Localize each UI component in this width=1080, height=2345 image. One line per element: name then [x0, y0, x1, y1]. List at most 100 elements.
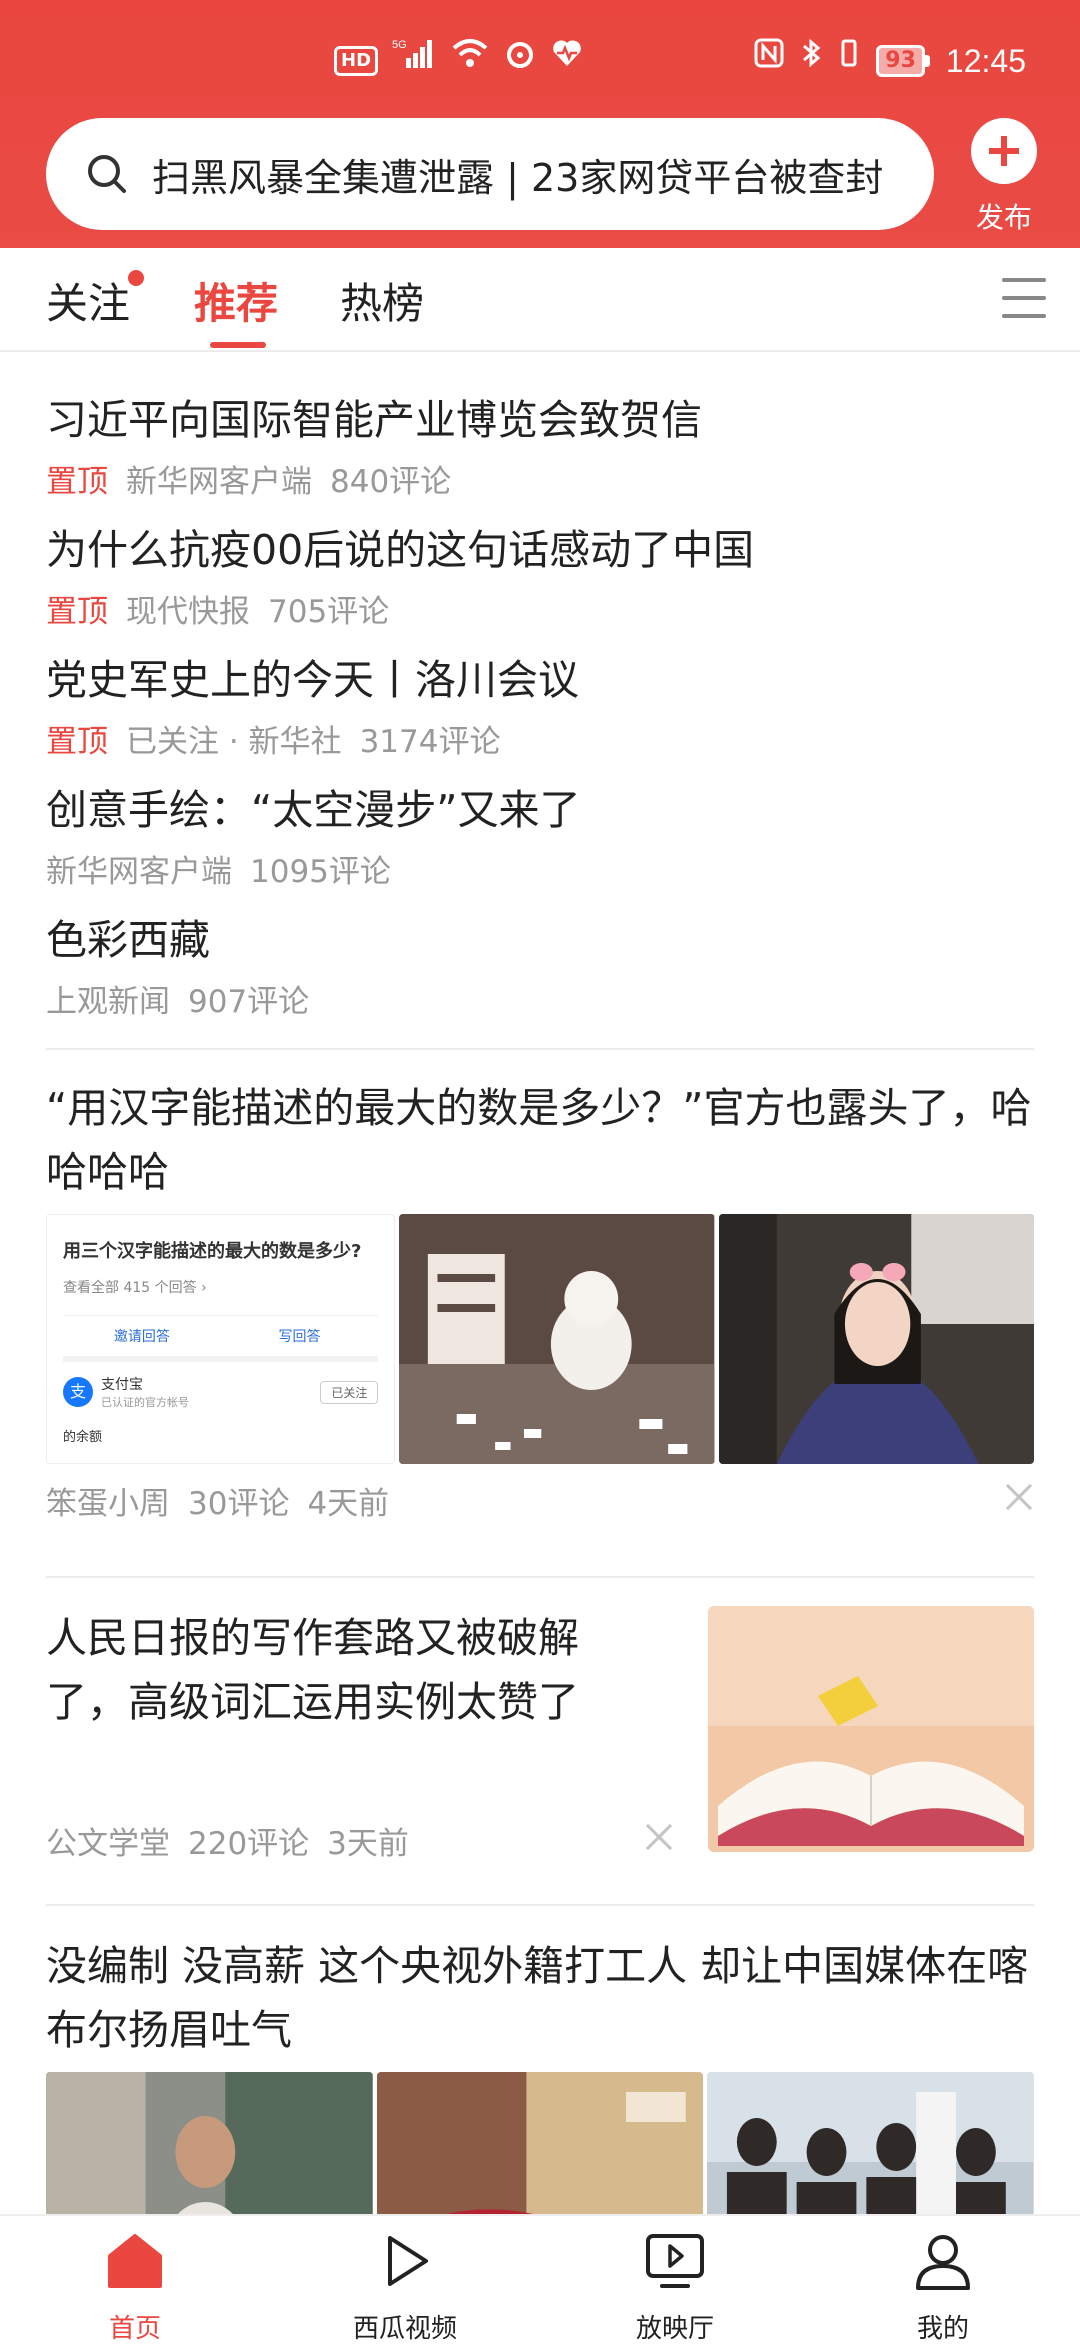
- hd-icon: HD: [334, 46, 379, 76]
- article-image: 用三个汉字能描述的最大的数是多少? 查看全部 415 个回答 › 邀请回答 写回答…: [46, 1214, 396, 1464]
- nav-xigua-video[interactable]: 西瓜视频: [330, 2230, 480, 2345]
- battery-level: 93: [876, 45, 925, 77]
- article-image: [46, 2072, 373, 2214]
- news-title: 习近平向国际智能产业博览会致贺信: [46, 396, 702, 444]
- tab-label: 热榜: [340, 279, 425, 328]
- svg-text:5G: 5G: [392, 39, 407, 51]
- tab-label: 关注: [46, 279, 131, 328]
- app-header: HD 5G 93 12:45 扫黑风暴全集遭泄露 | 23家网贷平台被查封 发布: [0, 0, 1080, 248]
- health-icon: [550, 36, 584, 86]
- screen-play-icon: [646, 2234, 704, 2288]
- nav-cinema[interactable]: 放映厅: [600, 2230, 750, 2345]
- play-icon: [388, 2236, 428, 2286]
- news-title: 创意手绘：“太空漫步”又来了: [46, 786, 581, 834]
- nav-home[interactable]: 首页: [60, 2230, 210, 2345]
- publish-label: 发布: [975, 201, 1032, 234]
- pinned-item[interactable]: 党史军史上的今天丨洛川会议 置顶 已关注 · 新华社 3174评论: [46, 646, 579, 761]
- publish-time: 3天前: [327, 1826, 409, 1862]
- article-author: 公文学堂: [46, 1826, 170, 1862]
- nfc-icon: [754, 36, 784, 86]
- news-title: 色彩西藏: [46, 916, 210, 964]
- article-author: 笨蛋小周: [46, 1486, 170, 1522]
- article-title: 人民日报的写作套路又被破解了，高级词汇运用实例太赞了: [46, 1614, 579, 1726]
- battery-icon: 93: [876, 45, 930, 77]
- nav-label: 放映厅: [635, 2314, 714, 2344]
- comment-count: 705评论: [268, 594, 390, 630]
- menu-icon[interactable]: [1002, 278, 1046, 322]
- 5g-signal-icon: 5G: [392, 36, 436, 86]
- news-source: 新华网客户端: [126, 464, 312, 500]
- thumb-write: 写回答: [278, 1329, 321, 1345]
- alipay-logo: 支: [63, 1377, 93, 1407]
- divider: [46, 1904, 1034, 1906]
- tab-label: 推荐: [194, 279, 279, 328]
- news-source: 现代快报: [126, 594, 250, 630]
- comment-count: 840评论: [330, 464, 452, 500]
- pinned-badge: 置顶: [46, 464, 108, 500]
- notification-dot: [128, 270, 145, 286]
- comment-count: 3174评论: [359, 724, 501, 760]
- thumb-account-sub: 已认证的官方帐号: [101, 1396, 189, 1409]
- news-source: 新华网客户端: [46, 854, 232, 890]
- status-bar: HD 5G 93 12:45: [0, 36, 1080, 86]
- news-source: 已关注 · 新华社: [126, 724, 342, 760]
- article-image: [399, 1214, 715, 1464]
- article-card[interactable]: 没编制 没高薪 这个央视外籍打工人 却让中国媒体在喀布尔扬眉吐气: [46, 1934, 1035, 2214]
- search-icon: [88, 155, 126, 193]
- nav-label: 西瓜视频: [352, 2314, 457, 2344]
- news-feed: 习近平向国际智能产业博览会致贺信 置顶 新华网客户端 840评论 为什么抗疫00后说…: [0, 352, 1080, 2214]
- channel-tabs: 关注 推荐 热榜: [0, 248, 1080, 352]
- divider: [46, 1048, 1034, 1050]
- comment-count: 907评论: [188, 984, 310, 1020]
- article-image: [707, 2072, 1035, 2214]
- news-item[interactable]: 色彩西藏 上观新闻 907评论: [46, 906, 309, 1021]
- thumb-invite: 邀请回答: [113, 1329, 170, 1345]
- sync-icon: [504, 36, 536, 86]
- active-tab-indicator: [210, 342, 266, 348]
- news-title: 党史军史上的今天丨洛川会议: [46, 656, 579, 704]
- comment-count: 30评论: [188, 1486, 290, 1522]
- nav-label: 首页: [108, 2314, 161, 2344]
- pinned-item[interactable]: 为什么抗疫00后说的这句话感动了中国 置顶 现代快报 705评论: [46, 516, 754, 631]
- publish-time: 4天前: [307, 1486, 390, 1522]
- article-title: “用汉字能描述的最大的数是多少？”官方也露头了，哈哈哈哈: [46, 1084, 1032, 1196]
- thumb-balance: 的余额: [63, 1430, 103, 1445]
- pinned-item[interactable]: 习近平向国际智能产业博览会致贺信 置顶 新华网客户端 840评论: [46, 386, 702, 501]
- thumb-view-all: 查看全部 415 个回答 ›: [63, 1280, 207, 1296]
- article-image: [708, 1606, 1034, 1852]
- wifi-icon: [450, 36, 490, 86]
- publish-button[interactable]: 发布: [966, 118, 1042, 236]
- clock: 12:45: [945, 42, 1026, 79]
- vibrate-icon: [838, 36, 860, 86]
- thumb-follow: 已关注: [320, 1380, 379, 1404]
- tab-hot[interactable]: 热榜: [340, 270, 424, 331]
- bluetooth-icon: [800, 36, 822, 86]
- home-icon: [108, 2234, 162, 2288]
- article-image: [718, 1214, 1034, 1464]
- article-card[interactable]: 人民日报的写作套路又被破解了，高级词汇运用实例太赞了 公文学堂 220评论 3天前: [46, 1606, 1034, 1862]
- article-image: [376, 2072, 704, 2214]
- dismiss-icon[interactable]: [644, 1822, 674, 1852]
- dismiss-icon[interactable]: [1004, 1482, 1034, 1512]
- divider: [46, 1576, 1034, 1578]
- tab-follow[interactable]: 关注: [46, 270, 145, 331]
- article-card[interactable]: “用汉字能描述的最大的数是多少？”官方也露头了，哈哈哈哈 用三个汉字能描述的最大…: [46, 1076, 1034, 1523]
- nav-profile[interactable]: 我的: [868, 2230, 1018, 2345]
- profile-icon: [916, 2235, 970, 2290]
- nav-label: 我的: [916, 2314, 969, 2344]
- image-row: 用三个汉字能描述的最大的数是多少? 查看全部 415 个回答 › 邀请回答 写回答…: [46, 1214, 1034, 1464]
- pinned-badge: 置顶: [46, 594, 108, 630]
- image-row: [46, 2072, 1035, 2214]
- bottom-navigation: 首页 西瓜视频 放映厅 我的: [0, 2214, 1080, 2344]
- search-bar[interactable]: 扫黑风暴全集遭泄露 | 23家网贷平台被查封: [46, 118, 934, 230]
- tab-recommend[interactable]: 推荐: [194, 270, 278, 331]
- comment-count: 220评论: [188, 1826, 310, 1862]
- news-title: 为什么抗疫00后说的这句话感动了中国: [46, 526, 755, 574]
- thumb-question: 用三个汉字能描述的最大的数是多少?: [63, 1241, 362, 1262]
- article-title: 没编制 没高薪 这个央视外籍打工人 却让中国媒体在喀布尔扬眉吐气: [46, 1942, 1029, 2054]
- pinned-badge: 置顶: [46, 724, 108, 760]
- search-suggestion: 扫黑风暴全集遭泄露 | 23家网贷平台被查封: [152, 155, 884, 200]
- thumb-account: 支付宝: [101, 1377, 143, 1393]
- comment-count: 1095评论: [250, 854, 391, 890]
- news-item[interactable]: 创意手绘：“太空漫步”又来了 新华网客户端 1095评论: [46, 776, 580, 891]
